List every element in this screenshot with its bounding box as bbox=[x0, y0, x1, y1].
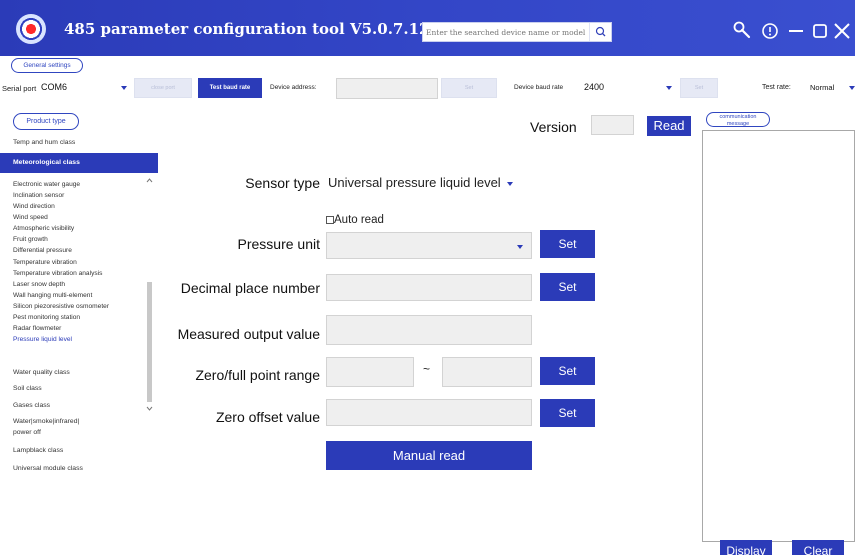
list-item[interactable]: Radar flowmeter bbox=[13, 325, 61, 332]
test-rate-label: Test rate: bbox=[762, 84, 791, 91]
chevron-down-icon bbox=[517, 245, 523, 249]
device-address-set-button[interactable]: Set bbox=[441, 78, 497, 98]
sidebar-scrollbar[interactable] bbox=[145, 177, 154, 412]
measured-output-field bbox=[326, 315, 532, 345]
sidebar-item-lampblack[interactable]: Lampblack class bbox=[13, 447, 63, 454]
sidebar-item-water-smoke[interactable]: Water|smoke|infrared| bbox=[13, 418, 79, 425]
checkbox-icon[interactable] bbox=[326, 216, 334, 224]
general-settings-bar: General settings Serial port COM6 close … bbox=[0, 56, 855, 112]
list-item[interactable]: Laser snow depth bbox=[13, 281, 65, 288]
pressure-unit-set-button[interactable]: Set bbox=[540, 230, 595, 258]
close-icon[interactable] bbox=[830, 18, 854, 44]
list-item[interactable]: Differential pressure bbox=[13, 247, 72, 254]
list-item[interactable]: Wind direction bbox=[13, 203, 55, 210]
app-title: 485 parameter configuration tool V5.0.7.… bbox=[64, 20, 430, 38]
sidebar-item-meteorological[interactable]: Meteorological class bbox=[0, 153, 158, 173]
chevron-down-icon bbox=[121, 86, 127, 90]
list-item[interactable]: Wall hanging multi-element bbox=[13, 292, 92, 299]
communication-panel: communication message Display Clear bbox=[700, 112, 855, 555]
test-rate-value: Normal bbox=[810, 83, 835, 92]
sidebar-item-universal-module[interactable]: Universal module class bbox=[13, 465, 83, 472]
version-label: Version bbox=[530, 119, 577, 135]
list-item[interactable]: Wind speed bbox=[13, 214, 48, 221]
communication-message-label: communication message bbox=[706, 112, 770, 127]
zero-full-set-button[interactable]: Set bbox=[540, 357, 595, 385]
serial-port-select[interactable]: COM6 bbox=[37, 77, 131, 99]
zero-point-field[interactable] bbox=[326, 357, 414, 387]
search-box[interactable] bbox=[422, 22, 612, 42]
pressure-unit-select[interactable] bbox=[326, 232, 532, 259]
chevron-down-icon[interactable] bbox=[145, 404, 154, 412]
search-input[interactable] bbox=[423, 23, 589, 41]
decimal-place-field[interactable] bbox=[326, 274, 532, 301]
info-icon[interactable] bbox=[757, 18, 783, 44]
auto-read-checkbox[interactable]: Auto read bbox=[326, 214, 384, 226]
sidebar-item-label: Meteorological class bbox=[13, 159, 80, 166]
zero-offset-field[interactable] bbox=[326, 399, 532, 426]
device-address-field[interactable] bbox=[336, 78, 438, 99]
list-item[interactable]: Temperature vibration analysis bbox=[13, 270, 102, 277]
sidebar-item-temp-hum[interactable]: Temp and hum class bbox=[13, 139, 75, 146]
list-item[interactable]: Temperature vibration bbox=[13, 259, 77, 266]
decimal-place-set-button[interactable]: Set bbox=[540, 273, 595, 301]
zero-full-range-label: Zero/full point range bbox=[195, 367, 320, 383]
product-type-label: Product type bbox=[13, 113, 79, 130]
chevron-up-icon[interactable] bbox=[145, 177, 154, 185]
search-icon[interactable] bbox=[589, 23, 611, 41]
scrollbar-thumb[interactable] bbox=[147, 282, 152, 402]
full-point-field[interactable] bbox=[442, 357, 532, 387]
list-item[interactable]: Electronic water gauge bbox=[13, 181, 80, 188]
zero-offset-set-button[interactable]: Set bbox=[540, 399, 595, 427]
list-item[interactable]: Atmospheric visibility bbox=[13, 225, 74, 232]
main-panel: Version Read Sensor type Universal press… bbox=[158, 112, 700, 555]
device-baud-rate-select[interactable]: 2400 bbox=[580, 77, 676, 99]
sensor-type-value: Universal pressure liquid level bbox=[328, 175, 501, 190]
serial-port-label: Serial port bbox=[2, 84, 37, 93]
sidebar-item-water-quality[interactable]: Water quality class bbox=[13, 369, 70, 376]
auto-read-label: Auto read bbox=[334, 214, 384, 226]
communication-message-area[interactable] bbox=[702, 130, 855, 542]
close-port-button[interactable]: close port bbox=[134, 78, 192, 98]
list-item[interactable]: Inclination sensor bbox=[13, 192, 64, 199]
measured-output-label: Measured output value bbox=[177, 326, 320, 342]
list-item[interactable]: Fruit growth bbox=[13, 236, 48, 243]
range-separator: ~ bbox=[423, 362, 431, 376]
pressure-unit-label: Pressure unit bbox=[237, 236, 320, 252]
sidebar-item-power-off[interactable]: power off bbox=[13, 429, 41, 436]
list-item-selected[interactable]: Pressure liquid level bbox=[13, 336, 72, 343]
list-item[interactable]: Pest monitoring station bbox=[13, 314, 80, 321]
sensor-type-select[interactable]: Universal pressure liquid level bbox=[328, 175, 514, 190]
device-baud-rate-value: 2400 bbox=[584, 82, 605, 92]
chevron-down-icon bbox=[666, 86, 672, 90]
product-type-sidebar: Product type Temp and hum class Meteorol… bbox=[0, 112, 158, 555]
device-baud-rate-label: Device baud rate bbox=[514, 84, 564, 91]
manual-read-button[interactable]: Manual read bbox=[326, 441, 532, 470]
app-logo-icon bbox=[16, 14, 46, 44]
chevron-down-icon bbox=[507, 181, 514, 186]
sensor-type-label: Sensor type bbox=[245, 175, 320, 191]
version-field bbox=[591, 115, 634, 135]
display-button[interactable]: Display bbox=[720, 540, 772, 555]
chevron-down-icon bbox=[849, 86, 855, 90]
minimize-icon[interactable] bbox=[783, 18, 809, 44]
settings-wrench-icon[interactable] bbox=[730, 18, 756, 44]
serial-port-value: COM6 bbox=[41, 82, 68, 92]
decimal-place-label: Decimal place number bbox=[180, 280, 320, 296]
device-address-label: Device address: bbox=[270, 84, 317, 91]
general-settings-label: General settings bbox=[11, 58, 83, 73]
sidebar-item-gases[interactable]: Gases class bbox=[13, 402, 50, 409]
test-rate-select[interactable]: Normal bbox=[806, 77, 855, 99]
comm-label-line2: message bbox=[726, 120, 750, 127]
list-item[interactable]: Silicon piezoresistive osmometer bbox=[13, 303, 109, 310]
zero-offset-label: Zero offset value bbox=[215, 409, 320, 425]
title-bar: 485 parameter configuration tool V5.0.7.… bbox=[0, 0, 855, 56]
sidebar-item-soil[interactable]: Soil class bbox=[13, 385, 42, 392]
test-baud-rate-button[interactable]: Test baud rate bbox=[198, 78, 262, 98]
device-baud-rate-set-button[interactable]: Set bbox=[680, 78, 718, 98]
clear-button[interactable]: Clear bbox=[792, 540, 844, 555]
read-version-button[interactable]: Read bbox=[647, 116, 691, 136]
